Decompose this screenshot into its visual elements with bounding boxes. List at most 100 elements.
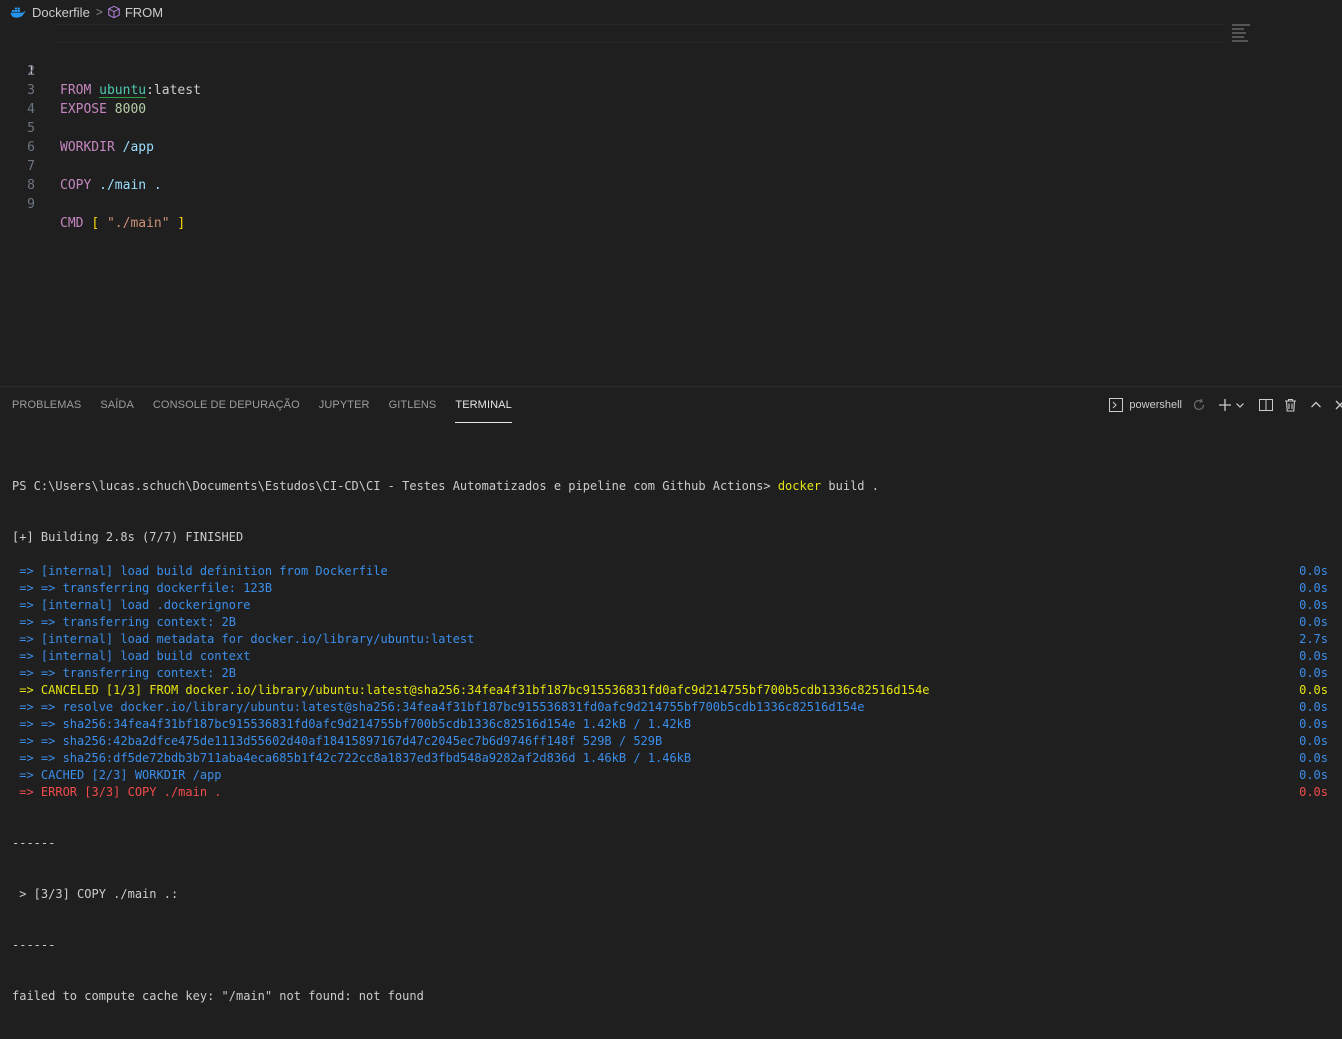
path: ./main . [99, 178, 162, 193]
tab-terminal[interactable]: TERMINAL [455, 387, 512, 423]
build-step-row: => => sha256:df5de72bdb3b711aba4eca685b1… [12, 750, 1330, 767]
build-step-row: => ERROR [3/3] COPY ./main . 0.0s [12, 784, 1330, 801]
breadcrumb-symbol[interactable]: FROM [125, 5, 163, 20]
current-line-highlight [55, 24, 1225, 43]
new-terminal-button[interactable] [1218, 398, 1232, 412]
terminal-line: ------ [12, 937, 1330, 954]
code-line[interactable]: 8 [0, 157, 35, 193]
code-line[interactable]: 7 COPY ./main . [0, 138, 162, 193]
relaunch-terminal-button[interactable] [1192, 398, 1206, 412]
build-steps: => [internal] load build definition from… [12, 563, 1330, 801]
build-step-row: => => sha256:42ba2dfce475de1113d55602d40… [12, 733, 1330, 750]
keyword: CMD [60, 216, 84, 231]
bracket: [ [91, 216, 100, 231]
build-step-text: => => transferring dockerfile: 123B [12, 581, 273, 595]
build-step-time: 0.0s [1299, 564, 1328, 578]
build-step-text: => ERROR [3/3] COPY ./main . [12, 785, 222, 799]
build-step-text: => [internal] load build definition from… [12, 564, 388, 578]
code-line[interactable]: 6 [0, 119, 35, 155]
build-step-row: => => transferring dockerfile: 123B 0.0s [12, 580, 1330, 597]
code-line[interactable]: 2 [0, 43, 35, 79]
build-step-text: => CANCELED [1/3] FROM docker.io/library… [12, 683, 930, 697]
build-step-row: => => resolve docker.io/library/ubuntu:l… [12, 699, 1330, 716]
keyword: COPY [60, 178, 92, 193]
port-number: 8000 [114, 102, 147, 117]
breadcrumb-file[interactable]: Dockerfile [32, 5, 90, 20]
build-step-row: => [internal] load build context 0.0s [12, 648, 1330, 665]
image-name: ubuntu [99, 83, 147, 98]
terminal-dropdown-button[interactable] [1235, 400, 1245, 410]
tab-debug-console[interactable]: CONSOLE DE DEPURAÇÃO [153, 387, 300, 423]
build-step-text: => => sha256:df5de72bdb3b711aba4eca685b1… [12, 751, 692, 765]
keyword: EXPOSE [60, 102, 107, 117]
build-step-time: 0.0s [1299, 785, 1328, 799]
build-step-text: => => sha256:34fea4f31bf187bc915536831fd… [12, 717, 692, 731]
code-line[interactable]: 4 [0, 81, 35, 117]
minimap[interactable] [1232, 24, 1252, 44]
separator: ------ [12, 836, 56, 850]
terminal-output[interactable]: PS C:\Users\lucas.schuch\Documents\Estud… [12, 427, 1330, 1039]
chevron-down-icon [1236, 403, 1244, 408]
bracket: ] [177, 216, 186, 231]
build-step-text: => [internal] load .dockerignore [12, 598, 251, 612]
code-line[interactable]: 3 EXPOSE 8000 [0, 62, 146, 117]
terminal-line: failed to compute cache key: "/main" not… [12, 988, 1330, 1005]
build-step-row: => CACHED [2/3] WORKDIR /app 0.0s [12, 767, 1330, 784]
failed-step: > [3/3] COPY ./main .: [12, 887, 179, 901]
chevron-up-icon [1311, 401, 1321, 408]
terminal-line: > [3/3] COPY ./main .: [12, 886, 1330, 903]
tab-problems[interactable]: PROBLEMAS [12, 387, 81, 423]
build-step-text: => => transferring context: 2B [12, 615, 236, 629]
build-step-time: 0.0s [1299, 768, 1328, 782]
build-step-time: 0.0s [1299, 666, 1328, 680]
code-line[interactable]: 1 FROM ubuntu:latest [0, 24, 1342, 98]
tab-output[interactable]: SAÍDA [100, 387, 134, 423]
build-step-text: => => transferring context: 2B [12, 666, 236, 680]
build-status: [+] Building 2.8s (7/7) FINISHED [12, 530, 244, 544]
error-message: failed to compute cache key: "/main" not… [12, 989, 424, 1003]
build-step-time: 0.0s [1299, 700, 1328, 714]
terminal-icon [1109, 398, 1124, 412]
build-step-time: 0.0s [1299, 598, 1328, 612]
image-tag: :latest [146, 83, 201, 98]
prompt: PS C:\Users\lucas.schuch\Documents\Estud… [12, 479, 778, 493]
build-step-time: 0.0s [1299, 649, 1328, 663]
build-step-row: => [internal] load metadata for docker.i… [12, 631, 1330, 648]
bottom-panel: PROBLEMAS SAÍDA CONSOLE DE DEPURAÇÃO JUP… [0, 386, 1342, 1003]
terminal-line: ------ [12, 835, 1330, 852]
split-terminal-button[interactable] [1259, 398, 1273, 412]
code-line[interactable]: 5 WORKDIR /app [0, 100, 154, 155]
trash-icon [1285, 398, 1296, 412]
build-step-time: 0.0s [1299, 683, 1328, 697]
build-step-row: => [internal] load .dockerignore 0.0s [12, 597, 1330, 614]
kill-terminal-button[interactable] [1284, 398, 1297, 412]
build-step-text: => => resolve docker.io/library/ubuntu:l… [12, 700, 865, 714]
split-icon [1259, 399, 1273, 411]
refresh-icon [1193, 398, 1205, 411]
build-step-time: 0.0s [1299, 615, 1328, 629]
separator: ------ [12, 938, 56, 952]
code-editor[interactable]: 1 FROM ubuntu:latest 2 3 EXPOSE 8000 4 5… [0, 24, 1342, 386]
build-step-time: 0.0s [1299, 734, 1328, 748]
keyword: FROM [60, 83, 92, 98]
breadcrumb: Dockerfile > FROM [0, 0, 1342, 24]
build-step-row: => CANCELED [1/3] FROM docker.io/library… [12, 682, 1330, 699]
build-step-row: => [internal] load build definition from… [12, 563, 1330, 580]
close-panel-button[interactable] [1334, 399, 1342, 411]
path: /app [122, 140, 154, 155]
panel-actions: powershell [1109, 387, 1342, 423]
maximize-panel-button[interactable] [1310, 399, 1322, 411]
string: "./main" [106, 216, 170, 231]
chevron-right-icon: > [95, 5, 103, 19]
close-icon [1335, 400, 1342, 410]
docker-icon [10, 7, 26, 18]
command: docker [777, 479, 822, 493]
build-step-text: => [internal] load build context [12, 649, 251, 663]
build-step-row: => => sha256:34fea4f31bf187bc915536831fd… [12, 716, 1330, 733]
tab-gitlens[interactable]: GITLENS [389, 387, 437, 423]
terminal-shell-selector[interactable]: powershell [1109, 398, 1182, 412]
code-line[interactable]: 9 CMD [ "./main" ] [0, 176, 185, 231]
build-step-time: 0.0s [1299, 717, 1328, 731]
tab-jupyter[interactable]: JUPYTER [319, 387, 370, 423]
build-step-row: => => transferring context: 2B 0.0s [12, 614, 1330, 631]
